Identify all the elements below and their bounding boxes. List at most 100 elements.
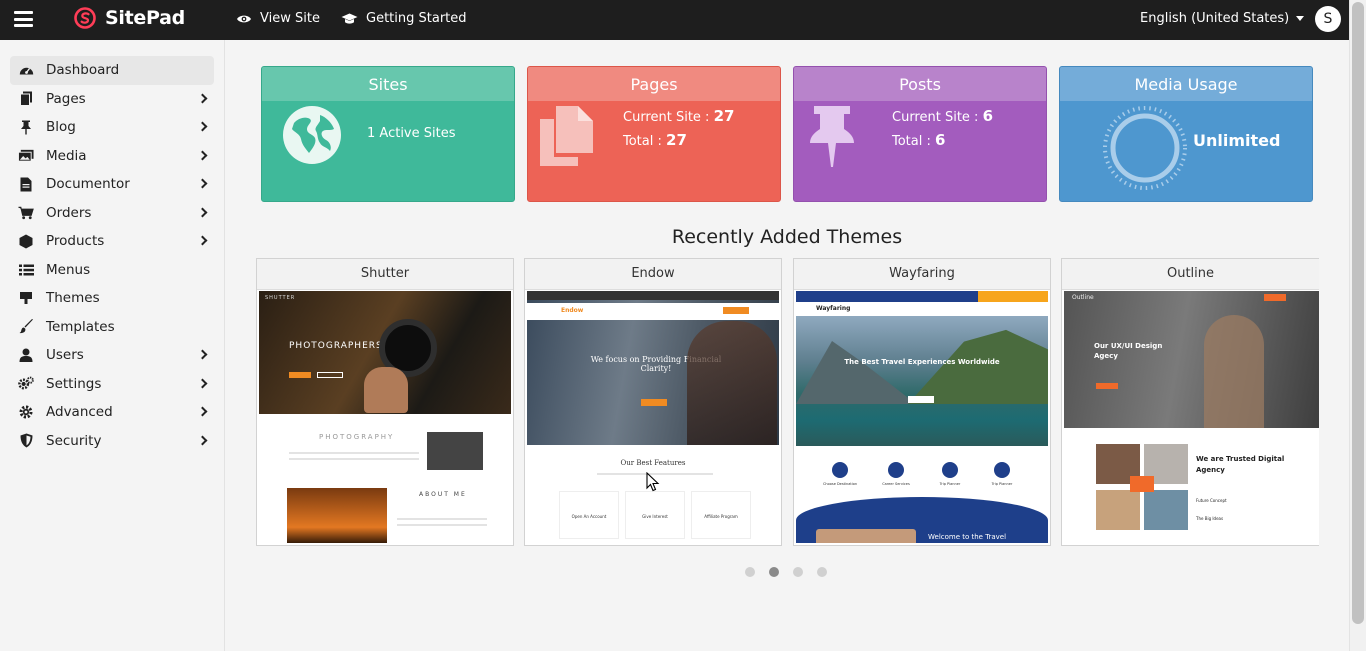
- media-icon: [18, 148, 34, 164]
- brand-name: SitePad: [105, 7, 185, 29]
- preview-brand: SHUTTER: [265, 295, 296, 301]
- sidebar-item-documentor[interactable]: Documentor: [10, 170, 214, 199]
- sidebar-item-label: Users: [46, 347, 84, 364]
- language-label: English (United States): [1140, 11, 1290, 26]
- sidebar-item-pages[interactable]: Pages: [10, 85, 214, 114]
- theme-preview: Wayfaring The Best Travel Experiences Wo…: [796, 291, 1048, 543]
- preview-hero: The Best Travel Experiences Worldwide: [796, 316, 1048, 446]
- hamburger-menu-icon[interactable]: [14, 11, 33, 27]
- sidebar-item-menus[interactable]: Menus: [10, 256, 214, 285]
- preview-hero: Outline Our UX/UI Design Agecy: [1064, 291, 1319, 428]
- posts-current-label: Current Site :: [892, 110, 979, 125]
- pages-card[interactable]: Pages Current Site : 27 Total : 27: [527, 66, 781, 202]
- preview-hero: Endow We focus on Providing Financial Cl…: [527, 291, 779, 445]
- list-icon: [18, 262, 34, 278]
- sidebar-item-users[interactable]: Users: [10, 341, 214, 370]
- pages-total-label: Total :: [623, 134, 662, 149]
- themes-icon: [18, 290, 34, 306]
- getting-started-link[interactable]: Getting Started: [341, 11, 467, 26]
- preview-heading: PHOTOGRAPHERS: [289, 341, 383, 351]
- posts-card[interactable]: Posts Current Site : 6 Total : 6: [793, 66, 1047, 202]
- preview-brand: Wayfaring: [816, 305, 851, 312]
- chevron-right-icon: [197, 235, 208, 246]
- pages-current-label: Current Site :: [623, 110, 710, 125]
- language-dropdown[interactable]: English (United States): [1140, 11, 1305, 26]
- sidebar-item-orders[interactable]: Orders: [10, 199, 214, 228]
- sidebar-item-templates[interactable]: Templates: [10, 313, 214, 342]
- preview-heading: The Best Travel Experiences Worldwide: [844, 358, 1000, 366]
- chevron-right-icon: [197, 207, 208, 217]
- sidebar-item-settings[interactable]: Settings: [10, 370, 214, 399]
- gear-icon: [18, 404, 34, 420]
- preview-feature: Career Services: [882, 482, 910, 486]
- theme-card-shutter[interactable]: Shutter SHUTTER PHOTOGRAPHERS PHOTOGRAPH…: [256, 258, 514, 546]
- sites-card-title: Sites: [262, 67, 514, 101]
- sidebar-item-label: Settings: [46, 375, 102, 392]
- sidebar-item-label: Themes: [46, 290, 100, 307]
- shield-icon: [18, 433, 34, 449]
- brand-logo[interactable]: SitePad: [74, 7, 185, 29]
- carousel-dot[interactable]: [745, 567, 755, 577]
- sidebar-item-label: Orders: [46, 204, 92, 221]
- carousel-dot[interactable]: [793, 567, 803, 577]
- theme-card-endow[interactable]: Endow Endow We focus on Providing Financ…: [524, 258, 782, 546]
- sidebar-item-security[interactable]: Security: [10, 427, 214, 456]
- chevron-right-icon: [197, 435, 208, 445]
- sidebar-item-label: Dashboard: [46, 62, 120, 79]
- view-site-link[interactable]: View Site: [236, 11, 320, 26]
- active-sites-text: 1 Active Sites: [367, 126, 456, 141]
- theme-name: Outline: [1062, 259, 1319, 290]
- preview-feature: Trip Planner: [991, 482, 1013, 486]
- media-usage-card[interactable]: Media Usage Unlimited: [1059, 66, 1313, 202]
- preview-section-heading: Our Best Features: [620, 459, 686, 467]
- usage-gauge-icon: [1103, 106, 1187, 190]
- sidebar-item-advanced[interactable]: Advanced: [10, 398, 214, 427]
- gears-icon: [18, 376, 34, 392]
- preview-feature: The Big Ideas: [1196, 516, 1224, 521]
- sites-card[interactable]: Sites 1 Active Sites: [261, 66, 515, 202]
- mouse-cursor-icon: [646, 472, 660, 492]
- chevron-right-icon: [197, 378, 208, 388]
- sidebar-item-blog[interactable]: Blog: [10, 113, 214, 142]
- globe-icon: [283, 106, 341, 164]
- sidebar-item-dashboard[interactable]: Dashboard: [10, 56, 214, 85]
- sidebar-item-label: Advanced: [46, 404, 113, 421]
- sidebar-item-products[interactable]: Products: [10, 227, 214, 256]
- theme-card-outline[interactable]: Outline Outline Our UX/UI Design Agecy W…: [1061, 258, 1319, 546]
- chevron-right-icon: [197, 150, 208, 160]
- preview-hero: SHUTTER PHOTOGRAPHERS: [259, 291, 511, 414]
- pin-icon: [18, 119, 34, 135]
- preview-brand: Endow: [561, 307, 584, 314]
- theme-card-wayfaring[interactable]: Wayfaring Wayfaring The Best Travel Expe…: [793, 258, 1051, 546]
- user-avatar[interactable]: S: [1315, 6, 1341, 32]
- scrollbar-thumb[interactable]: [1352, 2, 1364, 624]
- caret-down-icon: [1296, 16, 1305, 21]
- preview-section-heading: PHOTOGRAPHY: [319, 433, 395, 441]
- preview-brand: Outline: [1072, 294, 1094, 301]
- sidebar-menu: Dashboard Pages Blog Media Documentor Or…: [10, 56, 214, 455]
- graduation-cap-icon: [341, 13, 358, 24]
- pages-current-site: Current Site : 27: [623, 107, 734, 125]
- brush-icon: [18, 319, 34, 335]
- users-icon: [18, 347, 34, 363]
- preview-heading: Our UX/UI Design Agecy: [1094, 342, 1163, 360]
- preview-about-heading: ABOUT ME: [419, 491, 467, 498]
- preview-feature: Trip Planner: [939, 482, 961, 486]
- theme-preview: Outline Our UX/UI Design Agecy We are Tr…: [1064, 291, 1319, 543]
- carousel-dot[interactable]: [817, 567, 827, 577]
- box-icon: [18, 233, 34, 249]
- sidebar-item-media[interactable]: Media: [10, 142, 214, 171]
- carousel-dot-active[interactable]: [769, 567, 779, 577]
- getting-started-label: Getting Started: [366, 11, 467, 26]
- preview-feature: Open An Account: [571, 514, 607, 519]
- chevron-right-icon: [197, 406, 208, 417]
- posts-total-value: 6: [935, 131, 946, 149]
- posts-total-label: Total :: [892, 134, 931, 149]
- page-scrollbar[interactable]: [1349, 0, 1366, 651]
- pushpin-icon: [810, 106, 854, 167]
- cart-icon: [18, 205, 34, 221]
- posts-card-title: Posts: [794, 67, 1046, 101]
- top-bar: SitePad View Site Getting Started Englis…: [0, 0, 1366, 40]
- chevron-right-icon: [197, 349, 208, 360]
- sidebar-item-themes[interactable]: Themes: [10, 284, 214, 313]
